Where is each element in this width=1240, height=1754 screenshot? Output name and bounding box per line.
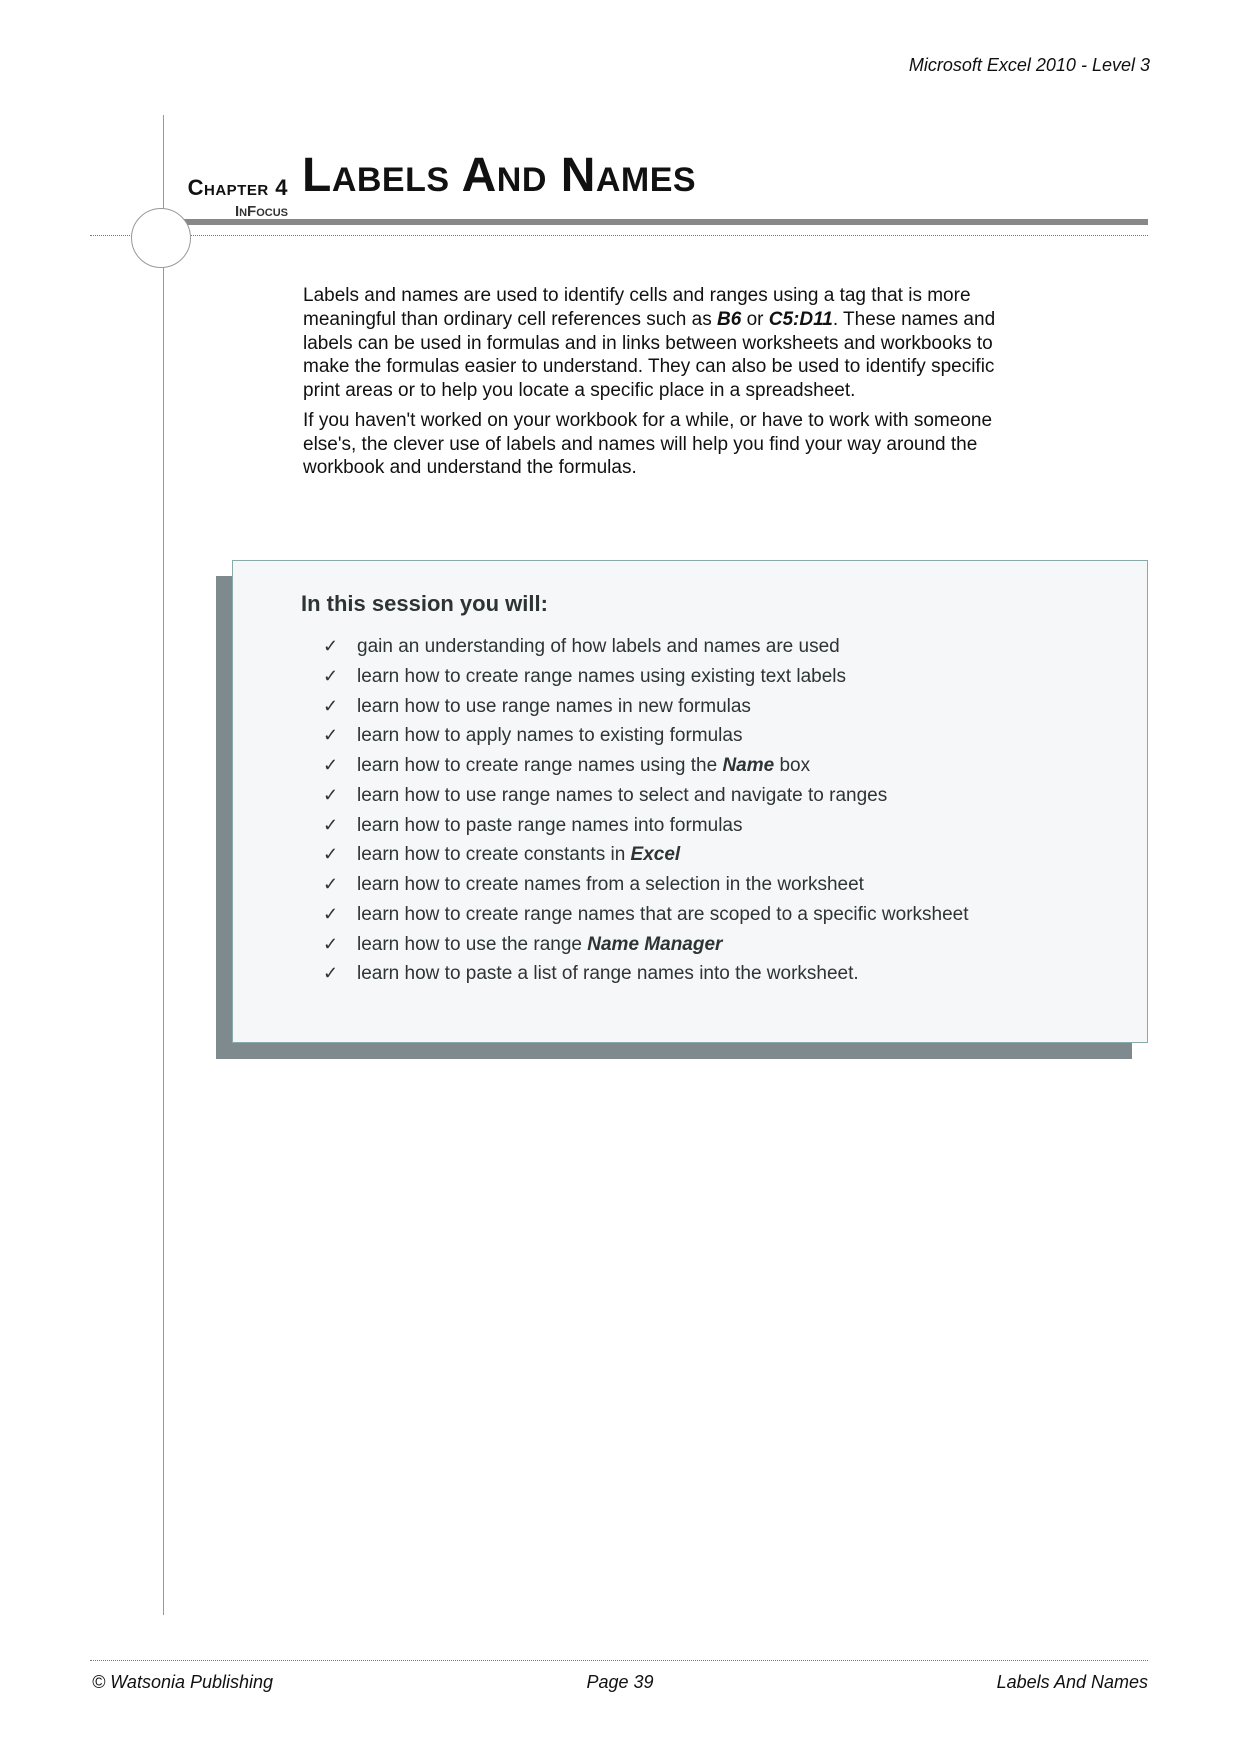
intro-text-run: or xyxy=(741,309,768,330)
objective-item: learn how to create range names that are… xyxy=(323,903,1117,927)
dotted-divider xyxy=(90,235,1148,236)
intro-text: Labels and names are used to identify ce… xyxy=(303,284,1003,486)
session-heading: In this session you will: xyxy=(301,591,1117,617)
objective-item: learn how to create range names using th… xyxy=(323,754,1117,778)
intro-ref-b6: B6 xyxy=(717,309,741,330)
objective-item: learn how to paste range names into form… xyxy=(323,814,1117,838)
chapter-circle-icon xyxy=(131,208,191,268)
objective-item: gain an understanding of how labels and … xyxy=(323,635,1117,659)
objective-item: learn how to use range names in new form… xyxy=(323,695,1117,719)
objective-item: learn how to create range names using ex… xyxy=(323,665,1117,689)
intro-paragraph-2: If you haven't worked on your workbook f… xyxy=(303,409,1003,480)
objective-item: learn how to use range names to select a… xyxy=(323,784,1117,808)
objective-item: learn how to create names from a selecti… xyxy=(323,873,1117,897)
objective-item: learn how to paste a list of range names… xyxy=(323,962,1117,986)
infocus-label: InFocus xyxy=(170,203,288,220)
intro-ref-c5d11: C5:D11 xyxy=(769,309,833,330)
intro-paragraph-1: Labels and names are used to identify ce… xyxy=(303,284,1003,403)
objective-item: learn how to use the range Name Manager xyxy=(323,933,1117,957)
objective-item: learn how to apply names to existing for… xyxy=(323,724,1117,748)
vertical-rule xyxy=(163,115,164,1615)
objective-item: learn how to create constants in Excel xyxy=(323,843,1117,867)
objectives-list: gain an understanding of how labels and … xyxy=(323,635,1117,986)
footer-divider xyxy=(90,1660,1148,1661)
footer-right: Labels And Names xyxy=(997,1672,1148,1693)
title-underline xyxy=(169,219,1148,225)
page-title: Labels And Names xyxy=(302,148,696,203)
session-box: In this session you will: gain an unders… xyxy=(232,560,1148,1043)
chapter-label: Chapter 4 xyxy=(170,175,288,201)
running-header: Microsoft Excel 2010 - Level 3 xyxy=(909,55,1150,76)
